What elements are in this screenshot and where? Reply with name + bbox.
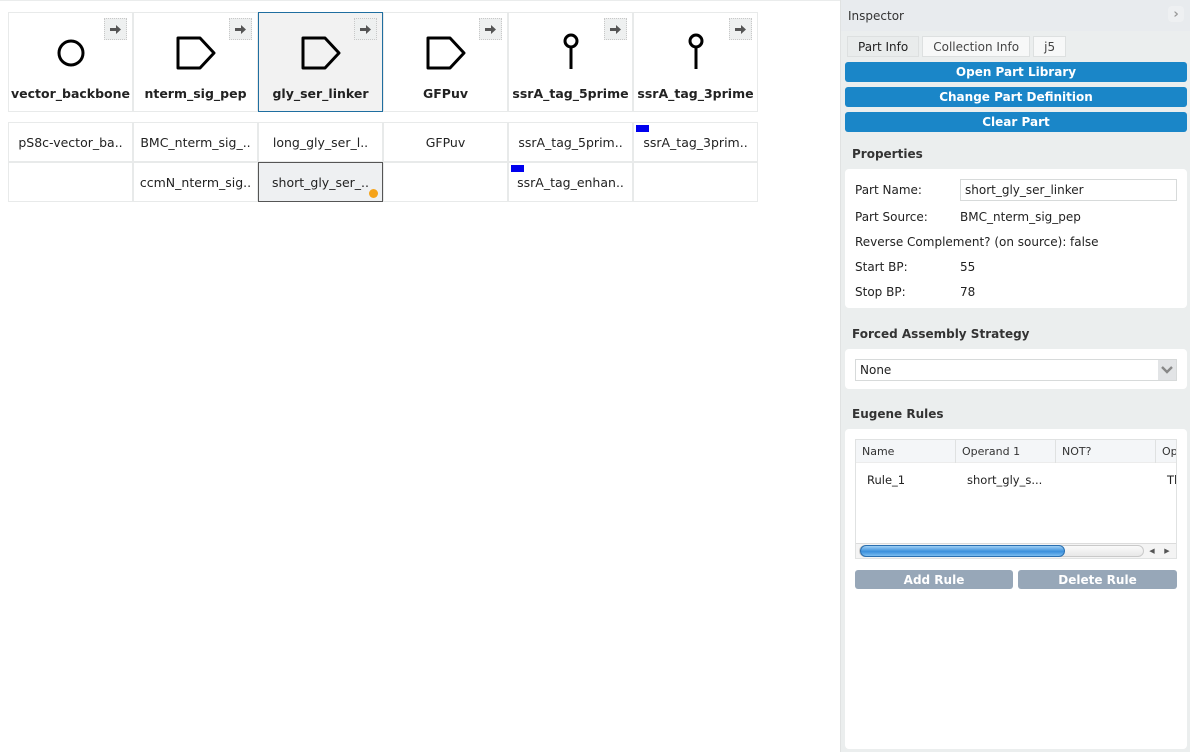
bin-header[interactable]: gly_ser_linker — [258, 12, 383, 112]
circle-glyph-icon — [9, 33, 132, 73]
fas-flag-icon — [636, 125, 649, 132]
bin-header[interactable]: nterm_sig_pep — [133, 12, 258, 112]
assembly-strategy-panel: None — [845, 349, 1187, 389]
bin-name: ssrA_tag_3prime — [637, 86, 754, 101]
part-cell[interactable]: long_gly_ser_l.. — [258, 122, 383, 162]
part-cell[interactable]: ssrA_tag_3prim.. — [633, 122, 758, 162]
bin-name: nterm_sig_pep — [144, 86, 247, 101]
eugene-rules-title: Eugene Rules — [852, 407, 944, 421]
chevron-down-icon[interactable] — [1158, 360, 1176, 380]
fas-flag-icon — [511, 165, 524, 172]
inspector-header: Inspector › — [841, 0, 1190, 31]
bin-name: GFPuv — [422, 86, 468, 101]
part-cell-label: BMC_nterm_sig_.. — [140, 134, 251, 150]
lollipop-glyph-icon — [634, 33, 757, 73]
stop-bp-value: 78 — [960, 285, 976, 299]
part-name-label: Part Name: — [855, 183, 922, 197]
properties-title: Properties — [852, 147, 923, 161]
tab-j5[interactable]: j5 — [1033, 36, 1067, 57]
column-header-operator[interactable]: Op — [1156, 440, 1176, 463]
part-cell[interactable]: BMC_nterm_sig_.. — [133, 122, 258, 162]
part-cell[interactable] — [633, 162, 758, 202]
inspector-tabs: Part Info Collection Info j5 — [847, 36, 1067, 57]
column-header-name[interactable]: Name — [856, 440, 956, 463]
horizontal-scrollbar[interactable]: ◀ ▶ — [856, 543, 1176, 558]
open-part-library-button[interactable]: Open Part Library — [845, 62, 1187, 82]
part-source-value: BMC_nterm_sig_pep — [960, 210, 1081, 224]
bin-name: gly_ser_linker — [272, 86, 369, 101]
cds-glyph-icon — [384, 33, 507, 73]
grid-header: Name Operand 1 NOT? Op — [856, 440, 1176, 463]
bin-header[interactable]: ssrA_tag_5prime — [508, 12, 633, 112]
chevron-right-icon[interactable]: › — [1168, 6, 1184, 22]
change-part-definition-button[interactable]: Change Part Definition — [845, 87, 1187, 107]
inspector-panel: Inspector › Part Info Collection Info j5… — [840, 0, 1190, 752]
properties-panel: Part Name: Part Source: BMC_nterm_sig_pe… — [845, 169, 1187, 308]
cds-glyph-icon — [259, 33, 382, 73]
assembly-strategy-title: Forced Assembly Strategy — [852, 327, 1030, 341]
start-bp-label: Start BP: — [855, 260, 908, 274]
column-header-not[interactable]: NOT? — [1056, 440, 1156, 463]
lollipop-glyph-icon — [509, 33, 632, 73]
eugene-rules-panel: Name Operand 1 NOT? Op Rule_1 short_gly_… — [845, 429, 1187, 749]
reverse-complement-label: Reverse Complement? (on source): — [855, 235, 1067, 249]
scrollbar-thumb[interactable] — [860, 545, 1065, 557]
part-cell[interactable]: GFPuv — [383, 122, 508, 162]
start-bp-value: 55 — [960, 260, 976, 274]
column-header-operand1[interactable]: Operand 1 — [956, 440, 1056, 463]
clear-part-button[interactable]: Clear Part — [845, 112, 1187, 132]
design-canvas: vector_backbone nterm_sig_pep gly_ser_link… — [0, 0, 840, 752]
part-cell-label: long_gly_ser_l.. — [272, 134, 369, 150]
part-cell[interactable]: short_gly_ser_.. — [258, 162, 383, 202]
part-cell[interactable] — [383, 162, 508, 202]
tab-part-info[interactable]: Part Info — [847, 36, 920, 57]
bin-name: ssrA_tag_5prime — [512, 86, 629, 101]
add-rule-button[interactable]: Add Rule — [855, 570, 1013, 589]
part-cell[interactable]: ccmN_nterm_sig.. — [133, 162, 258, 202]
part-cell[interactable]: ssrA_tag_enhan.. — [508, 162, 633, 202]
status-dot-icon — [369, 189, 378, 198]
part-cell-label: ccmN_nterm_sig.. — [139, 174, 252, 190]
part-cell-label: ssrA_tag_3prim.. — [643, 134, 748, 150]
assembly-strategy-value: None — [860, 363, 892, 377]
bin-name: vector_backbone — [10, 86, 131, 101]
part-cell-label: ssrA_tag_enhan.. — [517, 174, 624, 190]
inspector-title: Inspector — [848, 8, 904, 23]
eugene-rules-grid: Name Operand 1 NOT? Op Rule_1 short_gly_… — [855, 439, 1177, 559]
assembly-strategy-select[interactable]: None — [855, 359, 1177, 381]
scroll-right-icon[interactable]: ▶ — [1160, 545, 1174, 557]
part-cell-label: GFPuv — [425, 134, 466, 150]
table-row[interactable]: Rule_1 short_gly_s... Tl — [856, 470, 1177, 490]
delete-rule-button[interactable]: Delete Rule — [1018, 570, 1177, 589]
part-cell[interactable]: ssrA_tag_5prim.. — [508, 122, 633, 162]
bin-header[interactable]: ssrA_tag_3prime — [633, 12, 758, 112]
bin-header[interactable]: vector_backbone — [8, 12, 133, 112]
part-source-label: Part Source: — [855, 210, 928, 224]
part-cell[interactable] — [8, 162, 133, 202]
rule-not-cell — [1056, 470, 1156, 490]
scroll-left-icon[interactable]: ◀ — [1145, 545, 1159, 557]
reverse-complement-value: false — [1070, 235, 1099, 249]
tab-collection-info[interactable]: Collection Info — [922, 36, 1031, 57]
part-cell-label: ssrA_tag_5prim.. — [518, 134, 623, 150]
rule-name-cell: Rule_1 — [867, 473, 906, 487]
part-cell-label: short_gly_ser_.. — [272, 174, 369, 190]
part-cell-label: pS8c-vector_ba.. — [18, 134, 123, 150]
rule-operand1-cell: short_gly_s... — [967, 473, 1043, 487]
part-cell[interactable]: pS8c-vector_ba.. — [8, 122, 133, 162]
stop-bp-label: Stop BP: — [855, 285, 906, 299]
bin-header[interactable]: GFPuv — [383, 12, 508, 112]
part-name-input[interactable] — [960, 179, 1177, 201]
rule-operator-cell: Tl — [1167, 473, 1177, 487]
cds-glyph-icon — [134, 33, 257, 73]
